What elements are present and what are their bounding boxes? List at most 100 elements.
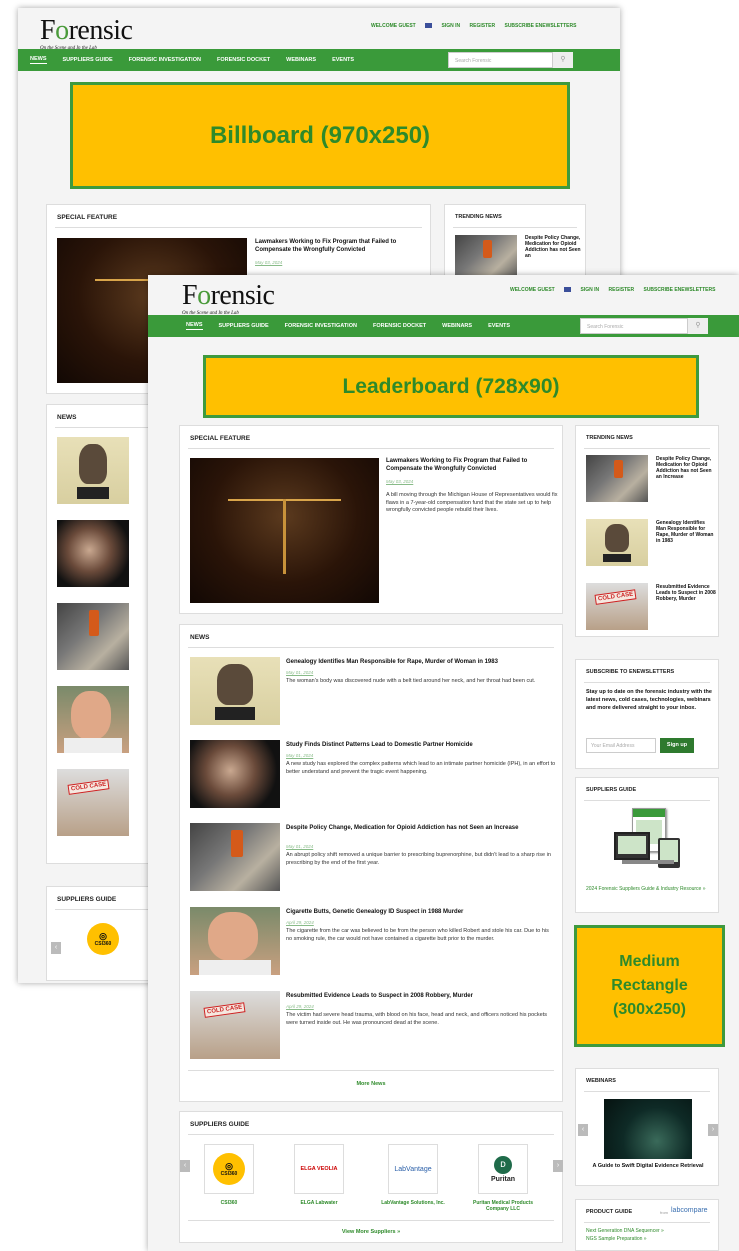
- subscribe-link[interactable]: SUBSCRIBE ENEWSLETTERS: [643, 287, 715, 293]
- section-heading: TRENDING NEWS: [455, 214, 502, 220]
- site-logo[interactable]: Forensic On the Scene and In the Lab: [40, 17, 133, 52]
- trending-image[interactable]: [455, 235, 517, 280]
- register-link[interactable]: REGISTER: [470, 23, 496, 29]
- trending-title[interactable]: Despite Policy Change, Medication for Op…: [656, 456, 716, 480]
- trending-title[interactable]: Resubmitted Evidence Leads to Suspect in…: [656, 584, 716, 602]
- feature-summary: A bill moving through the Michigan House…: [386, 492, 558, 513]
- search-input[interactable]: Search Forensic: [580, 318, 688, 334]
- nav-webinars[interactable]: WEBINARS: [286, 57, 316, 63]
- chevron-right-icon[interactable]: ›: [553, 1160, 563, 1172]
- trending-card: TRENDING NEWS Despite Policy Change, Med…: [444, 204, 586, 284]
- product-guide-card: PRODUCT GUIDE from labcompare Next Gener…: [575, 1199, 719, 1251]
- feature-title[interactable]: Lawmakers Working to Fix Program that Fa…: [386, 458, 558, 473]
- news-title[interactable]: Despite Policy Change, Medication for Op…: [286, 825, 556, 833]
- supplier-name[interactable]: Puritan Medical Products Company LLC: [468, 1200, 538, 1212]
- product-guide-link[interactable]: NGS Sample Preparation »: [586, 1236, 647, 1243]
- news-title[interactable]: Cigarette Butts, Genetic Genealogy ID Su…: [286, 909, 556, 917]
- nav-forensic-docket[interactable]: FORENSIC DOCKET: [373, 323, 426, 329]
- section-heading: SPECIAL FEATURE: [57, 214, 118, 221]
- billboard-ad: Billboard (970x250): [70, 82, 570, 189]
- webinar-title[interactable]: A Guide to Swift Digital Evidence Retrie…: [586, 1163, 710, 1171]
- trending-image[interactable]: [586, 455, 648, 502]
- nav-suppliers-guide[interactable]: SUPPLIERS GUIDE: [63, 57, 113, 63]
- section-heading: SPECIAL FEATURE: [190, 435, 251, 442]
- nav-events[interactable]: EVENTS: [332, 57, 354, 63]
- section-heading: SUBSCRIBE TO ENEWSLETTERS: [586, 669, 675, 675]
- signup-button[interactable]: Sign up: [660, 738, 694, 753]
- suppliers-guide-devices-image[interactable]: [614, 808, 684, 876]
- search-icon[interactable]: ⚲: [688, 318, 708, 334]
- subscribe-link[interactable]: SUBSCRIBE ENEWSLETTERS: [504, 23, 576, 29]
- site-logo[interactable]: Forensic On the Scene and In the Lab: [182, 282, 275, 317]
- trending-image[interactable]: [586, 583, 648, 630]
- trending-title[interactable]: Despite Policy Change, Medication for Op…: [525, 235, 581, 259]
- news-date: May 01, 2024: [286, 844, 314, 849]
- news-image[interactable]: [57, 520, 129, 587]
- top-links: WELCOME GUEST SIGN IN REGISTER SUBSCRIBE…: [363, 23, 576, 29]
- section-heading: SUPPLIERS GUIDE: [190, 1121, 250, 1128]
- news-title[interactable]: Genealogy Identifies Man Responsible for…: [286, 659, 556, 667]
- nav-forensic-investigation[interactable]: FORENSIC INVESTIGATION: [129, 57, 201, 63]
- trending-card: TRENDING NEWS Despite Policy Change, Med…: [575, 425, 719, 637]
- news-image[interactable]: [57, 686, 129, 753]
- trending-image[interactable]: [586, 519, 648, 566]
- trending-title[interactable]: Genealogy Identifies Man Responsible for…: [656, 520, 716, 544]
- news-image[interactable]: [57, 437, 129, 504]
- us-flag-icon: [564, 287, 572, 293]
- webinars-card: WEBINARS ‹ › A Guide to Swift Digital Ev…: [575, 1068, 719, 1186]
- view-more-suppliers-link[interactable]: View More Suppliers »: [180, 1229, 562, 1235]
- nav-webinars[interactable]: WEBINARS: [442, 323, 472, 329]
- news-image[interactable]: [190, 740, 280, 808]
- supplier-logo-labvantage[interactable]: LabVantage: [388, 1144, 438, 1194]
- news-image[interactable]: [190, 991, 280, 1059]
- supplier-logo-csi360[interactable]: ◎ CSI360: [204, 1144, 254, 1194]
- news-image[interactable]: [190, 823, 280, 891]
- suppliers-guide-side-card: SUPPLIERS GUIDE 2024 Forensic Suppliers …: [575, 777, 719, 913]
- supplier-name[interactable]: ELGA Labwater: [284, 1200, 354, 1206]
- us-flag-icon: [425, 23, 433, 29]
- register-link[interactable]: REGISTER: [609, 287, 635, 293]
- news-image[interactable]: [190, 907, 280, 975]
- news-image[interactable]: [190, 657, 280, 725]
- news-image[interactable]: [57, 769, 129, 836]
- news-title[interactable]: Resubmitted Evidence Leads to Suspect in…: [286, 993, 556, 1001]
- nav-forensic-docket[interactable]: FORENSIC DOCKET: [217, 57, 270, 63]
- front-page-screenshot: Forensic On the Scene and In the Lab WEL…: [148, 275, 739, 1251]
- nav-forensic-investigation[interactable]: FORENSIC INVESTIGATION: [285, 323, 357, 329]
- news-image[interactable]: [57, 603, 129, 670]
- signin-link[interactable]: SIGN IN: [581, 287, 600, 293]
- nav-news[interactable]: NEWS: [30, 56, 47, 64]
- welcome-text: WELCOME GUEST: [510, 287, 555, 293]
- signin-link[interactable]: SIGN IN: [442, 23, 461, 29]
- nav-events[interactable]: EVENTS: [488, 323, 510, 329]
- suppliers-guide-caption[interactable]: 2024 Forensic Suppliers Guide & Industry…: [586, 886, 712, 893]
- leaderboard-ad: Leaderboard (728x90): [203, 355, 699, 418]
- feature-image[interactable]: [190, 458, 379, 603]
- more-news-link[interactable]: More News: [180, 1081, 562, 1087]
- news-summary: A new study has explored the complex pat…: [286, 761, 556, 775]
- supplier-logo-elga[interactable]: ELGA VEOLIA: [294, 1144, 344, 1194]
- supplier-name[interactable]: LabVantage Solutions, Inc.: [378, 1200, 448, 1206]
- section-heading: SUPPLIERS GUIDE: [586, 787, 637, 793]
- chevron-left-icon[interactable]: ‹: [51, 942, 61, 954]
- chevron-left-icon[interactable]: ‹: [578, 1124, 588, 1136]
- nav-suppliers-guide[interactable]: SUPPLIERS GUIDE: [219, 323, 269, 329]
- supplier-logo-csi360[interactable]: ◎ CSI360: [87, 923, 119, 955]
- news-title[interactable]: Study Finds Distinct Patterns Lead to Do…: [286, 742, 556, 750]
- news-summary: An abrupt policy shift removed a unique …: [286, 852, 551, 866]
- chevron-right-icon[interactable]: ›: [708, 1124, 718, 1136]
- subscribe-card: SUBSCRIBE TO ENEWSLETTERS Stay up to dat…: [575, 659, 719, 769]
- chevron-left-icon[interactable]: ‹: [180, 1160, 190, 1172]
- product-guide-link[interactable]: Next Generation DNA Sequencer »: [586, 1228, 664, 1235]
- email-field[interactable]: Your Email Address: [586, 738, 656, 753]
- feature-title[interactable]: Lawmakers Working to Fix Program that Fa…: [255, 239, 425, 254]
- news-summary: The woman's body was discovered nude wit…: [286, 678, 536, 684]
- news-summary: The cigarette from the car was believed …: [286, 928, 549, 942]
- search-input[interactable]: Search Forensic: [448, 52, 553, 68]
- webinar-image[interactable]: [604, 1099, 692, 1159]
- search-icon[interactable]: ⚲: [553, 52, 573, 68]
- nav-news[interactable]: NEWS: [186, 322, 203, 330]
- supplier-name[interactable]: CSI360: [194, 1200, 264, 1206]
- section-heading: PRODUCT GUIDE: [586, 1209, 633, 1215]
- supplier-logo-puritan[interactable]: ᴅ Puritan: [478, 1144, 528, 1194]
